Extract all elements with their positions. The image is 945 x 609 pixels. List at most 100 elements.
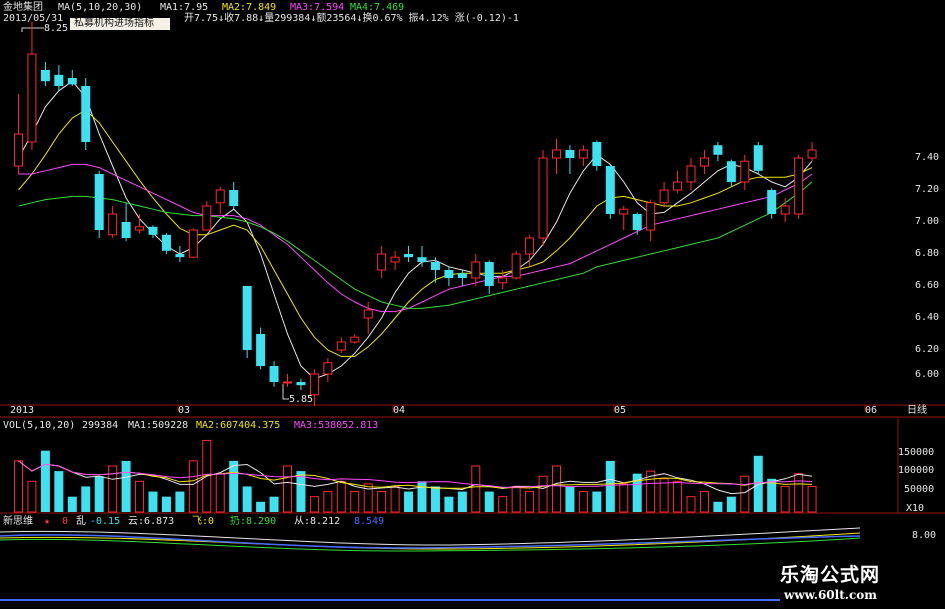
ind-zha: 扔:8.290	[230, 516, 277, 527]
vol-tick: 100000	[898, 465, 935, 476]
candle-down	[229, 190, 239, 206]
volume-bar-up	[350, 491, 360, 513]
candle-down	[767, 190, 777, 214]
price-tick: 6.00	[915, 369, 940, 380]
candle-down	[296, 382, 306, 386]
ind-cong: 从:8.212	[294, 516, 341, 527]
vol-value: 299384	[82, 420, 119, 431]
candle-up	[188, 229, 198, 258]
candle-down	[753, 145, 763, 171]
candle-down	[726, 161, 736, 182]
vol-label: VOL(5,10,20)	[3, 420, 76, 431]
volume-bar-up	[471, 465, 481, 513]
volume-bar-down	[713, 501, 723, 512]
candle-up	[283, 381, 292, 384]
candle-up	[673, 181, 683, 191]
price-tick: 7.00	[915, 216, 940, 227]
candle-up	[646, 202, 656, 231]
volume-bar-down	[54, 471, 64, 512]
volume-bar-up	[283, 465, 292, 513]
volume-bar-up	[323, 491, 333, 513]
candle-up	[471, 261, 481, 279]
candle-down	[592, 142, 602, 166]
volume-bar-down	[565, 486, 575, 512]
candle-down	[81, 86, 91, 142]
candle-up	[686, 165, 696, 183]
ind-label: 新思维	[3, 516, 33, 527]
volume-bar-down	[484, 491, 494, 512]
low-price-label: 5.85	[289, 394, 314, 405]
volume-bar-up	[14, 460, 23, 513]
candle-down	[484, 262, 494, 286]
candle-up	[108, 213, 118, 236]
period-label[interactable]: 日线	[907, 405, 927, 417]
candle-down	[94, 174, 104, 230]
volume-bar-down	[404, 491, 414, 512]
volume-bar-down	[457, 491, 467, 512]
watermark-title: 乐淘公式网	[780, 564, 881, 586]
candle-up	[740, 160, 750, 183]
candle-down	[632, 214, 642, 230]
star-icon: ★	[44, 516, 51, 527]
volume-bar-up	[578, 491, 588, 513]
vol-tick: 150000	[898, 447, 935, 458]
candle-up	[14, 133, 23, 167]
candle-down	[713, 145, 723, 155]
volume-bar-down	[175, 491, 185, 512]
vol-ma1: MA1:509228	[128, 420, 189, 431]
volume-bar-down	[430, 486, 440, 512]
candle-up	[498, 277, 508, 284]
x-tick-05: 05	[614, 405, 627, 416]
volume-bar-up	[215, 473, 225, 513]
candle-up	[659, 189, 669, 204]
volume-bar-up	[740, 475, 750, 513]
candle-down	[67, 78, 77, 85]
volume-bar-down	[767, 478, 777, 512]
candle-down	[444, 270, 454, 278]
volume-bar-down	[592, 491, 602, 512]
volume-bar-up	[794, 473, 804, 513]
price-tick: 6.20	[915, 344, 940, 355]
ma-line-ma2	[18, 109, 813, 357]
candle-down	[430, 262, 440, 270]
volume-bar-up	[511, 485, 521, 513]
candle-up	[511, 253, 521, 279]
ind-luan-label: 乱	[76, 516, 86, 527]
volume-bar-up	[498, 496, 508, 513]
volume-bar-up	[390, 485, 400, 513]
volume-bar-down	[605, 460, 615, 512]
x-tick-04: 04	[393, 405, 406, 416]
volume-bar-down	[67, 496, 77, 512]
watermark-url: www.60lt.com	[784, 588, 877, 602]
candle-up	[699, 157, 709, 167]
volume-bar-up	[188, 460, 198, 513]
candle-down	[417, 257, 427, 262]
price-tick: 6.60	[915, 280, 940, 291]
quote-line: 开7.75↓收7.88↓量299384↓额23564↓换0.67% 振4.12%…	[184, 13, 519, 24]
volume-bar-down	[242, 486, 252, 512]
ma-line-ma4	[18, 181, 813, 309]
volume-bar-up	[686, 496, 696, 513]
candle-up	[794, 157, 804, 215]
price-tick: 7.20	[915, 184, 940, 195]
price-tick: 6.80	[915, 248, 940, 259]
candle-up	[619, 208, 629, 215]
volume-bar-down	[121, 460, 131, 512]
volume-bar-up	[780, 485, 790, 513]
volume-bars	[14, 439, 817, 513]
volume-bar-down	[256, 501, 266, 512]
candle-up	[336, 341, 346, 351]
candle-up	[309, 373, 319, 396]
high-marker	[21, 27, 44, 32]
candle-up	[525, 237, 535, 255]
candle-down	[121, 222, 131, 238]
candle-up	[135, 226, 145, 231]
volume-bar-up	[699, 491, 709, 513]
candle-down	[242, 286, 252, 350]
volume-bar-up	[525, 491, 535, 513]
candle-up	[538, 157, 548, 239]
ind-yun: 云:6.873	[128, 516, 175, 527]
candle-down	[40, 70, 50, 82]
volume-bar-up	[659, 478, 669, 513]
volume-bar-down	[161, 496, 171, 512]
